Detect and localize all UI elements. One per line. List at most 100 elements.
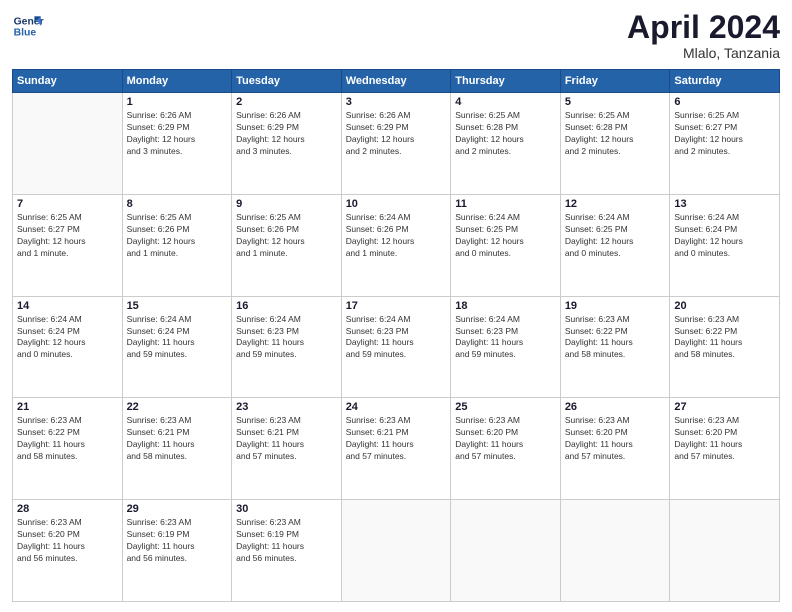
day-number: 25 xyxy=(455,401,556,413)
day-info: Sunrise: 6:23 AMSunset: 6:21 PMDaylight:… xyxy=(127,415,228,463)
day-number: 12 xyxy=(565,198,666,210)
day-info: Sunrise: 6:24 AMSunset: 6:24 PMDaylight:… xyxy=(674,212,775,260)
calendar-cell xyxy=(670,500,780,602)
calendar-cell: 17 Sunrise: 6:24 AMSunset: 6:23 PMDayligh… xyxy=(341,296,451,398)
day-info: Sunrise: 6:25 AMSunset: 6:27 PMDaylight:… xyxy=(17,212,118,260)
calendar-cell: 24 Sunrise: 6:23 AMSunset: 6:21 PMDayligh… xyxy=(341,398,451,500)
col-header-friday: Friday xyxy=(560,70,670,93)
calendar-cell: 3 Sunrise: 6:26 AMSunset: 6:29 PMDaylight… xyxy=(341,93,451,195)
day-info: Sunrise: 6:25 AMSunset: 6:26 PMDaylight:… xyxy=(236,212,337,260)
calendar-cell: 25 Sunrise: 6:23 AMSunset: 6:20 PMDayligh… xyxy=(451,398,561,500)
day-info: Sunrise: 6:23 AMSunset: 6:19 PMDaylight:… xyxy=(127,517,228,565)
day-number: 13 xyxy=(674,198,775,210)
day-info: Sunrise: 6:24 AMSunset: 6:24 PMDaylight:… xyxy=(127,314,228,362)
day-number: 24 xyxy=(346,401,447,413)
calendar-cell: 6Sunrise: 6:25 AMSunset: 6:27 PMDaylight… xyxy=(670,93,780,195)
calendar-cell: 13 Sunrise: 6:24 AMSunset: 6:24 PMDayligh… xyxy=(670,194,780,296)
calendar-cell: 14 Sunrise: 6:24 AMSunset: 6:24 PMDayligh… xyxy=(13,296,123,398)
day-info: Sunrise: 6:25 AMSunset: 6:28 PMDaylight:… xyxy=(455,110,556,158)
day-number: 26 xyxy=(565,401,666,413)
day-info: Sunrise: 6:23 AMSunset: 6:19 PMDaylight:… xyxy=(236,517,337,565)
day-info: Sunrise: 6:24 AMSunset: 6:24 PMDaylight:… xyxy=(17,314,118,362)
day-number: 9 xyxy=(236,198,337,210)
day-number: 21 xyxy=(17,401,118,413)
day-number: 16 xyxy=(236,300,337,312)
day-info: Sunrise: 6:23 AMSunset: 6:22 PMDaylight:… xyxy=(17,415,118,463)
calendar-cell: 8 Sunrise: 6:25 AMSunset: 6:26 PMDaylight… xyxy=(122,194,232,296)
day-info: Sunrise: 6:24 AMSunset: 6:25 PMDaylight:… xyxy=(565,212,666,260)
calendar-cell: 9 Sunrise: 6:25 AMSunset: 6:26 PMDaylight… xyxy=(232,194,342,296)
calendar-cell xyxy=(451,500,561,602)
calendar-cell: 18 Sunrise: 6:24 AMSunset: 6:23 PMDayligh… xyxy=(451,296,561,398)
day-number: 17 xyxy=(346,300,447,312)
day-info: Sunrise: 6:25 AMSunset: 6:26 PMDaylight:… xyxy=(127,212,228,260)
day-info: Sunrise: 6:23 AMSunset: 6:20 PMDaylight:… xyxy=(674,415,775,463)
day-info: Sunrise: 6:24 AMSunset: 6:26 PMDaylight:… xyxy=(346,212,447,260)
day-info: Sunrise: 6:24 AMSunset: 6:23 PMDaylight:… xyxy=(346,314,447,362)
calendar-cell: 30Sunrise: 6:23 AMSunset: 6:19 PMDayligh… xyxy=(232,500,342,602)
day-number: 2 xyxy=(236,96,337,108)
day-info: Sunrise: 6:25 AMSunset: 6:27 PMDaylight:… xyxy=(674,110,775,158)
day-number: 15 xyxy=(127,300,228,312)
day-number: 18 xyxy=(455,300,556,312)
day-info: Sunrise: 6:23 AMSunset: 6:22 PMDaylight:… xyxy=(565,314,666,362)
col-header-monday: Monday xyxy=(122,70,232,93)
calendar-cell: 7 Sunrise: 6:25 AMSunset: 6:27 PMDaylight… xyxy=(13,194,123,296)
day-number: 11 xyxy=(455,198,556,210)
calendar-cell: 19 Sunrise: 6:23 AMSunset: 6:22 PMDayligh… xyxy=(560,296,670,398)
day-info: Sunrise: 6:24 AMSunset: 6:23 PMDaylight:… xyxy=(455,314,556,362)
day-number: 1 xyxy=(127,96,228,108)
day-info: Sunrise: 6:26 AMSunset: 6:29 PMDaylight:… xyxy=(127,110,228,158)
calendar-cell: 23 Sunrise: 6:23 AMSunset: 6:21 PMDayligh… xyxy=(232,398,342,500)
day-info: Sunrise: 6:26 AMSunset: 6:29 PMDaylight:… xyxy=(236,110,337,158)
day-number: 22 xyxy=(127,401,228,413)
calendar-cell: 16 Sunrise: 6:24 AMSunset: 6:23 PMDayligh… xyxy=(232,296,342,398)
title-block: April 2024 Mlalo, Tanzania xyxy=(627,10,780,61)
day-info: Sunrise: 6:23 AMSunset: 6:22 PMDaylight:… xyxy=(674,314,775,362)
col-header-sunday: Sunday xyxy=(13,70,123,93)
day-info: Sunrise: 6:23 AMSunset: 6:20 PMDaylight:… xyxy=(455,415,556,463)
col-header-thursday: Thursday xyxy=(451,70,561,93)
day-number: 5 xyxy=(565,96,666,108)
day-number: 19 xyxy=(565,300,666,312)
day-number: 14 xyxy=(17,300,118,312)
col-header-wednesday: Wednesday xyxy=(341,70,451,93)
day-number: 4 xyxy=(455,96,556,108)
calendar-cell: 4 Sunrise: 6:25 AMSunset: 6:28 PMDaylight… xyxy=(451,93,561,195)
day-info: Sunrise: 6:24 AMSunset: 6:23 PMDaylight:… xyxy=(236,314,337,362)
calendar-cell: 11Sunrise: 6:24 AMSunset: 6:25 PMDayligh… xyxy=(451,194,561,296)
day-number: 20 xyxy=(674,300,775,312)
calendar-cell: 21 Sunrise: 6:23 AMSunset: 6:22 PMDayligh… xyxy=(13,398,123,500)
day-number: 29 xyxy=(127,503,228,515)
day-number: 3 xyxy=(346,96,447,108)
day-number: 27 xyxy=(674,401,775,413)
calendar-cell: 22 Sunrise: 6:23 AMSunset: 6:21 PMDayligh… xyxy=(122,398,232,500)
day-info: Sunrise: 6:23 AMSunset: 6:21 PMDaylight:… xyxy=(236,415,337,463)
calendar-cell: 27 Sunrise: 6:23 AMSunset: 6:20 PMDayligh… xyxy=(670,398,780,500)
svg-text:Blue: Blue xyxy=(14,28,37,39)
location: Mlalo, Tanzania xyxy=(627,45,780,61)
calendar-cell: 28 Sunrise: 6:23 AMSunset: 6:20 PMDayligh… xyxy=(13,500,123,602)
calendar-cell: 5Sunrise: 6:25 AMSunset: 6:28 PMDaylight… xyxy=(560,93,670,195)
day-number: 8 xyxy=(127,198,228,210)
calendar-cell: 1 Sunrise: 6:26 AMSunset: 6:29 PMDaylight… xyxy=(122,93,232,195)
day-info: Sunrise: 6:26 AMSunset: 6:29 PMDaylight:… xyxy=(346,110,447,158)
day-number: 28 xyxy=(17,503,118,515)
day-info: Sunrise: 6:23 AMSunset: 6:21 PMDaylight:… xyxy=(346,415,447,463)
calendar-cell: 12 Sunrise: 6:24 AMSunset: 6:25 PMDayligh… xyxy=(560,194,670,296)
day-number: 23 xyxy=(236,401,337,413)
col-header-saturday: Saturday xyxy=(670,70,780,93)
day-number: 7 xyxy=(17,198,118,210)
calendar-cell xyxy=(13,93,123,195)
month-title: April 2024 xyxy=(627,10,780,45)
calendar-cell: 20 Sunrise: 6:23 AMSunset: 6:22 PMDayligh… xyxy=(670,296,780,398)
calendar-table: SundayMondayTuesdayWednesdayThursdayFrid… xyxy=(12,69,780,602)
calendar-cell: 2 Sunrise: 6:26 AMSunset: 6:29 PMDaylight… xyxy=(232,93,342,195)
col-header-tuesday: Tuesday xyxy=(232,70,342,93)
calendar-cell: 26 Sunrise: 6:23 AMSunset: 6:20 PMDayligh… xyxy=(560,398,670,500)
calendar-cell xyxy=(341,500,451,602)
day-info: Sunrise: 6:23 AMSunset: 6:20 PMDaylight:… xyxy=(565,415,666,463)
calendar-cell: 29 Sunrise: 6:23 AMSunset: 6:19 PMDayligh… xyxy=(122,500,232,602)
day-info: Sunrise: 6:23 AMSunset: 6:20 PMDaylight:… xyxy=(17,517,118,565)
calendar-cell: 15 Sunrise: 6:24 AMSunset: 6:24 PMDayligh… xyxy=(122,296,232,398)
